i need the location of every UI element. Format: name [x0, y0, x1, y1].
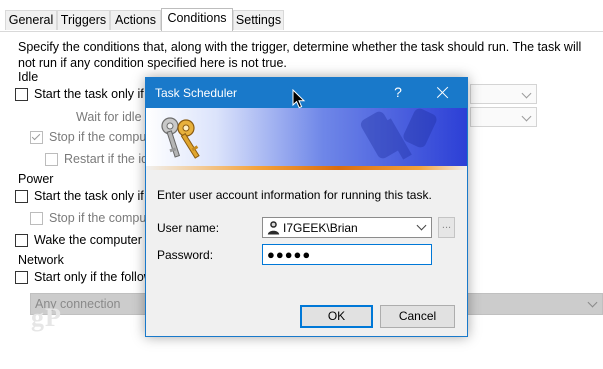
dialog-banner — [146, 108, 467, 166]
tab-actions[interactable]: Actions — [110, 10, 161, 30]
power-heading: Power — [18, 172, 54, 186]
start-on-ac-checkbox[interactable] — [15, 190, 28, 203]
stop-on-battery-label: Stop if the comput — [49, 211, 150, 225]
chevron-down-icon — [416, 220, 427, 231]
wake-computer-label: Wake the computer t — [34, 233, 149, 247]
start-if-network-checkbox[interactable] — [15, 271, 28, 284]
tab-triggers[interactable]: Triggers — [57, 10, 110, 30]
network-heading: Network — [18, 253, 64, 267]
tab-general[interactable]: General — [5, 10, 57, 30]
chevron-down-icon — [521, 88, 532, 99]
restart-if-idle-checkbox[interactable] — [45, 153, 58, 166]
user-name-label: User name: — [157, 221, 220, 235]
banner-accent-stripe — [146, 166, 467, 170]
help-icon[interactable]: ? — [386, 84, 410, 104]
tab-divider — [0, 31, 603, 32]
ok-button[interactable]: OK — [300, 305, 373, 328]
chevron-down-icon — [587, 297, 598, 308]
stop-if-not-idle-checkbox[interactable] — [30, 131, 43, 144]
password-label: Password: — [157, 248, 214, 262]
restart-if-idle-label: Restart if the idl — [64, 152, 151, 166]
start-if-idle-label: Start the task only if t — [34, 87, 151, 101]
tab-settings[interactable]: Settings — [233, 10, 284, 30]
password-field[interactable]: ●●●●● — [262, 244, 432, 265]
dialog-title: Task Scheduler — [155, 86, 238, 100]
user-name-combobox[interactable]: I7GEEK\Brian — [262, 217, 432, 238]
cancel-button[interactable]: Cancel — [380, 305, 455, 328]
browse-user-button[interactable]: ... — [438, 217, 455, 238]
wake-computer-checkbox[interactable] — [15, 234, 28, 247]
close-icon[interactable] — [430, 83, 456, 103]
start-on-ac-label: Start the task only if t — [34, 189, 151, 203]
idle-duration-dropdown[interactable] — [470, 84, 537, 104]
conditions-description: Specify the conditions that, along with … — [18, 40, 582, 70]
tab-conditions[interactable]: Conditions — [161, 8, 233, 31]
dialog-instruction: Enter user account information for runni… — [157, 188, 432, 202]
mouse-cursor-icon — [292, 89, 306, 109]
wait-for-idle-label: Wait for idle f — [76, 110, 149, 124]
keys-icon — [161, 108, 437, 160]
site-watermark: gP — [31, 303, 62, 332]
stop-on-battery-checkbox[interactable] — [30, 212, 43, 225]
dialog-title-bar[interactable]: Task Scheduler ? — [146, 78, 467, 108]
wait-for-idle-dropdown[interactable] — [470, 107, 537, 127]
user-account-icon — [267, 221, 280, 235]
password-value: ●●●●● — [267, 247, 312, 262]
task-scheduler-dialog: Task Scheduler ? Enter user account info… — [145, 77, 468, 337]
start-if-idle-checkbox[interactable] — [15, 88, 28, 101]
chevron-down-icon — [521, 111, 532, 122]
idle-heading: Idle — [18, 70, 39, 84]
user-name-value: I7GEEK\Brian — [283, 221, 358, 235]
stop-if-not-idle-label: Stop if the comput — [49, 130, 150, 144]
tab-strip: General Triggers Actions Conditions Sett… — [0, 8, 603, 32]
start-if-network-label: Start only if the follow — [34, 270, 153, 284]
